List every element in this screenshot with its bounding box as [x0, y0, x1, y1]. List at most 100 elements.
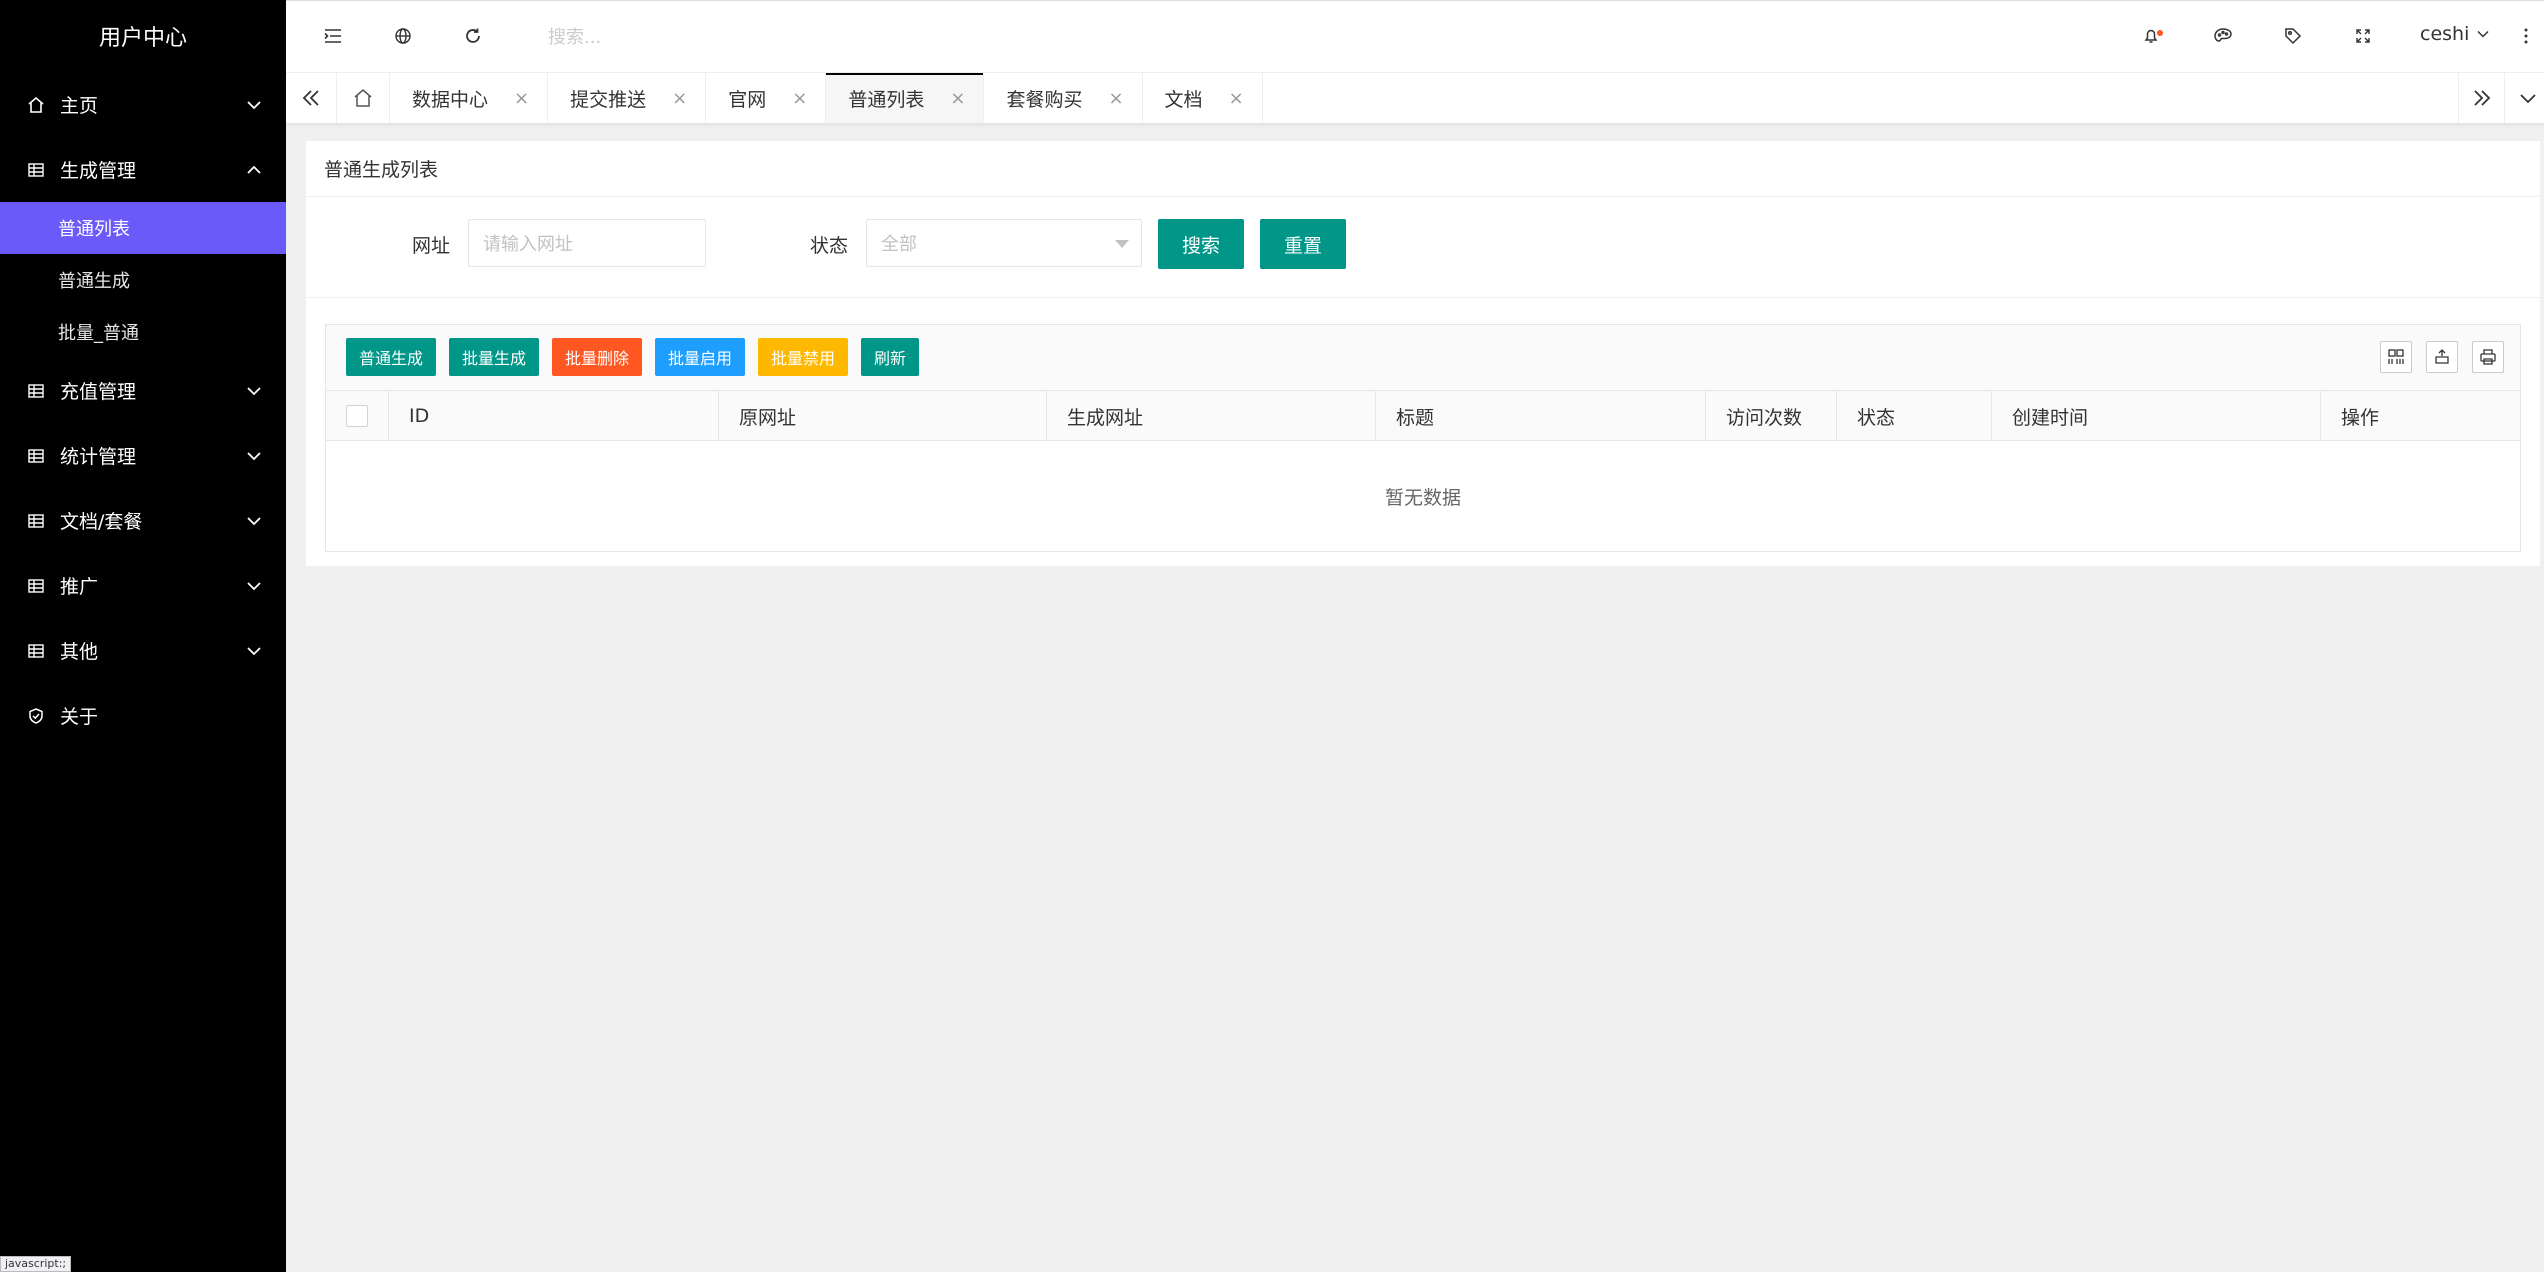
print-icon[interactable]	[2472, 341, 2504, 373]
table-icon	[26, 641, 46, 661]
column-header-visits[interactable]: 访问次数	[1705, 391, 1836, 441]
column-header-title[interactable]: 标题	[1375, 391, 1705, 441]
column-header-created-time[interactable]: 创建时间	[1991, 391, 2320, 441]
more-vertical-icon[interactable]	[2518, 23, 2534, 49]
sidebar-item-statistics[interactable]: 统计管理	[0, 423, 286, 488]
close-icon[interactable]: ×	[514, 88, 529, 109]
table-header: ID 原网址 生成网址 标题 访问次数 状态 创建时间 操作	[326, 391, 2520, 441]
chevron-up-icon	[247, 165, 261, 174]
sidebar-item-label: 生成管理	[60, 160, 137, 182]
tab-strip: 数据中心 × 提交推送 × 官网 × 普通列表 × 套餐购买 × 文档 ×	[336, 73, 1263, 123]
select-all-cell	[326, 391, 388, 441]
batch-disable-button[interactable]: 批量禁用	[758, 338, 848, 376]
sidebar-item-promotion[interactable]: 推广	[0, 553, 286, 618]
sidebar-subitem-normal-list[interactable]: 普通列表	[0, 202, 286, 254]
table-icon	[26, 160, 46, 180]
tabs-scroll-left-icon[interactable]	[288, 73, 334, 123]
sidebar-item-label: 推广	[60, 576, 99, 598]
chevron-down-icon	[247, 451, 261, 460]
sidebar-item-docs-packages[interactable]: 文档/套餐	[0, 488, 286, 553]
url-input[interactable]: 请输入网址	[468, 219, 706, 267]
table-icon	[26, 511, 46, 531]
chevron-down-icon	[2477, 30, 2489, 38]
tab-label: 官网	[728, 88, 767, 111]
sidebar-item-recharge[interactable]: 充值管理	[0, 358, 286, 423]
tab-data-center[interactable]: 数据中心 ×	[390, 73, 549, 123]
sidebar-item-label: 文档/套餐	[60, 511, 143, 533]
tab-label: 数据中心	[412, 88, 489, 111]
tabs-scroll-right-icon[interactable]	[2458, 73, 2504, 123]
column-header-status[interactable]: 状态	[1836, 391, 1991, 441]
status-filter-label: 状态	[810, 235, 849, 257]
column-header-actions[interactable]: 操作	[2320, 391, 2520, 441]
normal-generate-button[interactable]: 普通生成	[346, 338, 436, 376]
sidebar-item-about[interactable]: 关于	[0, 683, 286, 748]
url-filter-label: 网址	[412, 235, 451, 257]
tab-normal-list[interactable]: 普通列表 ×	[826, 73, 985, 123]
brand-title: 用户中心	[98, 26, 187, 51]
sidebar-item-label: 充值管理	[60, 381, 137, 403]
column-header-generated-url[interactable]: 生成网址	[1046, 391, 1375, 441]
divider	[306, 297, 2540, 298]
globe-icon[interactable]	[390, 23, 416, 49]
column-header-id[interactable]: ID	[388, 391, 718, 441]
bell-icon[interactable]	[2140, 23, 2166, 49]
sidebar-item-home[interactable]: 主页	[0, 72, 286, 137]
batch-delete-button[interactable]: 批量删除	[552, 338, 642, 376]
tab-home[interactable]	[336, 73, 390, 123]
refresh-icon[interactable]	[460, 23, 486, 49]
header-search-input[interactable]: 搜索...	[548, 23, 601, 49]
close-icon[interactable]: ×	[1229, 88, 1244, 109]
chevron-down-icon	[247, 581, 261, 590]
top-header: 搜索... ceshi	[286, 0, 2544, 72]
table-toolbar: 普通生成 批量生成 批量删除 批量启用 批量禁用 刷新	[326, 325, 2520, 391]
column-header-original-url[interactable]: 原网址	[718, 391, 1046, 441]
theme-palette-icon[interactable]	[2210, 23, 2236, 49]
chevron-down-icon	[247, 100, 261, 109]
card-title: 普通生成列表	[306, 141, 2540, 197]
status-bar-link-tip: javascript:;	[0, 1256, 72, 1272]
batch-enable-button[interactable]: 批量启用	[655, 338, 745, 376]
reset-button[interactable]: 重置	[1260, 219, 1346, 269]
menu-collapse-icon[interactable]	[320, 23, 346, 49]
table-icon	[26, 446, 46, 466]
close-icon[interactable]: ×	[672, 88, 687, 109]
sidebar: 用户中心 主页 生成管理 普通列表 普通生成 批量_普通 充值管理 统计管理 文…	[0, 0, 286, 1272]
close-icon[interactable]: ×	[1108, 88, 1123, 109]
sidebar-subitem-batch-normal[interactable]: 批量_普通	[0, 306, 286, 358]
sidebar-item-label: 其他	[60, 641, 99, 663]
select-all-checkbox[interactable]	[346, 405, 368, 427]
sidebar-subitem-normal-generate[interactable]: 普通生成	[0, 254, 286, 306]
close-icon[interactable]: ×	[950, 88, 965, 109]
chevron-down-icon	[247, 646, 261, 655]
export-icon[interactable]	[2426, 341, 2458, 373]
tab-submit-push[interactable]: 提交推送 ×	[548, 73, 707, 123]
sidebar-item-other[interactable]: 其他	[0, 618, 286, 683]
sidebar-item-generate-management[interactable]: 生成管理	[0, 137, 286, 202]
status-select-value: 全部	[881, 234, 917, 255]
tab-label: 提交推送	[570, 88, 647, 111]
sidebar-item-label: 主页	[60, 95, 99, 117]
user-menu[interactable]: ceshi	[2420, 23, 2491, 45]
table-icon	[26, 576, 46, 596]
chevron-down-icon	[247, 516, 261, 525]
sidebar-item-label: 统计管理	[60, 446, 137, 468]
refresh-button[interactable]: 刷新	[861, 338, 919, 376]
tabs-dropdown-icon[interactable]	[2504, 73, 2544, 123]
tab-official-site[interactable]: 官网 ×	[706, 73, 827, 123]
columns-filter-icon[interactable]	[2380, 341, 2412, 373]
tab-docs[interactable]: 文档 ×	[1143, 73, 1263, 123]
home-icon	[26, 95, 46, 115]
batch-generate-button[interactable]: 批量生成	[449, 338, 539, 376]
table-icon	[26, 381, 46, 401]
search-button[interactable]: 搜索	[1158, 219, 1244, 269]
close-icon[interactable]: ×	[792, 88, 807, 109]
tab-package-purchase[interactable]: 套餐购买 ×	[984, 73, 1143, 123]
data-table: 普通生成 批量生成 批量删除 批量启用 批量禁用 刷新 ID 原网址 生成网址 …	[325, 324, 2521, 552]
status-select[interactable]: 全部	[866, 219, 1142, 267]
tab-label: 普通列表	[848, 88, 925, 111]
tag-icon[interactable]	[2280, 23, 2306, 49]
fullscreen-icon[interactable]	[2350, 23, 2376, 49]
tab-label: 套餐购买	[1006, 88, 1083, 111]
empty-state-text: 暂无数据	[1384, 486, 1461, 509]
